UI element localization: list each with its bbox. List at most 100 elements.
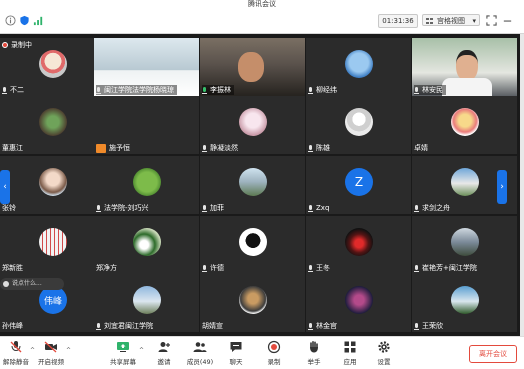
participant-tile[interactable]: 林金官: [306, 274, 411, 332]
participant-name-text: 王荣欣: [422, 322, 443, 330]
participant-name: 林安民: [414, 85, 446, 95]
avatar: [345, 50, 373, 78]
mic-icon: [96, 204, 101, 212]
participant-name-text: 柳经纬: [316, 86, 337, 94]
participant-name-text: 施予恒: [109, 144, 130, 152]
mic-icon: [414, 204, 419, 212]
next-page-button[interactable]: ›: [497, 170, 507, 204]
record-icon: [267, 340, 281, 354]
participant-name: 加菲: [202, 203, 227, 213]
settings-label: 设置: [377, 358, 391, 366]
mic-icon: [414, 322, 419, 330]
avatar: [39, 108, 67, 136]
mic-icon: [202, 86, 207, 94]
participant-name-text: 林金官: [316, 322, 337, 330]
avatar: 伟峰: [39, 286, 67, 314]
participant-name-text: 王冬: [316, 264, 330, 272]
participant-tile[interactable]: 静凝淡然: [200, 96, 305, 154]
share-screen-icon: [117, 342, 129, 352]
participant-tile[interactable]: 林安民: [412, 38, 517, 96]
participant-tile[interactable]: 崔艳芳+闽江学院: [412, 216, 517, 274]
participant-tile[interactable]: 郑净方: [94, 216, 199, 274]
participant-name: 郑净方: [96, 263, 120, 273]
view-mode-button[interactable]: 宫格视图 ▾: [422, 14, 480, 26]
signal-icon[interactable]: [33, 15, 44, 26]
mic-icon: [96, 86, 101, 94]
participant-tile[interactable]: 张铃: [0, 156, 105, 214]
participant-tile[interactable]: 李振林: [200, 38, 305, 96]
participant-name: 闽江学院法学院杨晓琼: [96, 85, 177, 95]
participant-name-text: 求剑之舟: [422, 204, 450, 212]
previous-page-button[interactable]: ‹: [0, 170, 10, 204]
participant-tile[interactable]: 闽江学院法学院杨晓琼: [94, 38, 199, 96]
info-icon[interactable]: [5, 15, 16, 26]
top-toolbar: 01:31:36 宫格视图 ▾: [0, 8, 524, 34]
fullscreen-icon[interactable]: [486, 15, 497, 26]
participant-tile[interactable]: 王荣欣: [412, 274, 517, 332]
participant-name: 刘宜君闽江学院: [96, 321, 156, 331]
participant-name: 林金官: [308, 321, 340, 331]
avatar: [239, 228, 267, 256]
video-options-caret[interactable]: ^: [66, 347, 71, 354]
avatar: [239, 286, 267, 314]
participant-tile[interactable]: 王冬: [306, 216, 411, 274]
mic-icon: [414, 86, 419, 94]
mic-off-icon: [10, 341, 22, 353]
participant-name-text: 不二: [10, 86, 24, 94]
share-screen-button[interactable]: 共享屏幕: [105, 339, 141, 367]
participant-tile[interactable]: 董惠江: [0, 96, 105, 154]
participant-name-text: 李振林: [210, 86, 231, 94]
user-badge-icon: [96, 143, 106, 153]
mic-icon: [96, 322, 101, 330]
participant-tile[interactable]: 加菲: [200, 156, 305, 214]
participant-tile[interactable]: Z Zxq: [306, 156, 411, 214]
avatar: [239, 168, 267, 196]
avatar: [39, 168, 67, 196]
avatar: [239, 108, 267, 136]
avatar: [39, 50, 67, 78]
avatar: [451, 108, 479, 136]
chat-quick-input[interactable]: 说点什么...: [0, 278, 64, 290]
record-dot-icon: [2, 42, 8, 48]
minimize-icon[interactable]: [502, 15, 513, 26]
speaker-face: [238, 52, 264, 82]
participant-tile[interactable]: 柳经纬: [306, 38, 411, 96]
participant-tile[interactable]: 施予恒: [94, 96, 199, 154]
avatar: [345, 228, 373, 256]
participant-name: 崔艳芳+闽江学院: [414, 263, 480, 273]
gear-icon: [378, 341, 390, 353]
participant-name: 不二: [2, 85, 27, 95]
avatar: [133, 228, 161, 256]
start-video-label: 开启视频: [38, 358, 64, 366]
participant-tile[interactable]: 录制中 不二: [0, 38, 105, 96]
participant-tile[interactable]: 许德: [200, 216, 305, 274]
participant-name-text: 刘宜君闽江学院: [104, 322, 153, 330]
chat-button[interactable]: 聊天: [218, 339, 254, 367]
participant-tile[interactable]: 刘宜君闽江学院: [94, 274, 199, 332]
participant-name: 孙伟峰: [2, 321, 26, 331]
participant-tile[interactable]: 卓婧: [412, 96, 517, 154]
participant-name: 许德: [202, 263, 227, 273]
start-video-button[interactable]: 开启视频: [33, 339, 69, 367]
participant-name-text: 许德: [210, 264, 224, 272]
leave-meeting-button[interactable]: 离开会议: [469, 345, 517, 363]
settings-button[interactable]: 设置: [366, 339, 402, 367]
mic-icon: [2, 86, 7, 94]
participant-name: 施予恒: [96, 143, 133, 153]
participant-name: 法学院-刘巧兴: [96, 203, 152, 213]
window-title: 腾讯会议: [0, 0, 524, 8]
participant-name: 陈雄: [308, 143, 333, 153]
mic-icon: [202, 264, 207, 272]
avatar: [133, 286, 161, 314]
participant-tile[interactable]: 胡婧宣: [200, 274, 305, 332]
record-button[interactable]: 录制: [256, 339, 292, 367]
participant-tile[interactable]: 郑新胜: [0, 216, 105, 274]
apps-icon: [344, 341, 356, 353]
grid-icon: [426, 18, 433, 24]
share-options-caret[interactable]: ^: [139, 347, 144, 354]
participant-name-text: 郑新胜: [2, 264, 23, 272]
shield-icon[interactable]: [19, 15, 30, 26]
participant-tile[interactable]: 陈雄: [306, 96, 411, 154]
participant-tile[interactable]: 法学院-刘巧兴: [94, 156, 199, 214]
scrollbar[interactable]: [520, 34, 524, 336]
